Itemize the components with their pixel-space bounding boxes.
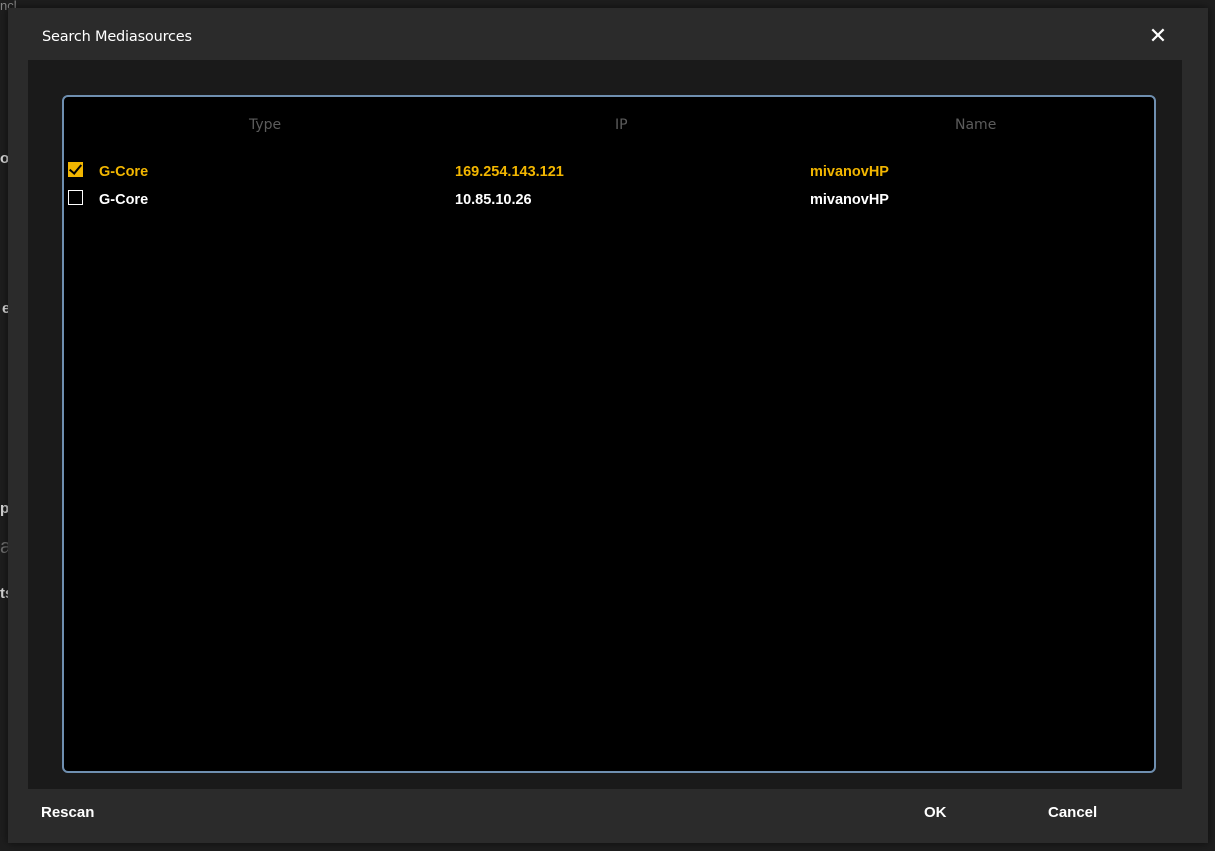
cell-ip: 169.254.143.121 xyxy=(455,164,564,180)
cell-type: G-Core xyxy=(99,164,149,180)
column-header-name[interactable]: Name xyxy=(955,117,996,133)
column-header-type[interactable]: Type xyxy=(249,117,281,133)
column-header-ip[interactable]: IP xyxy=(615,117,628,133)
row-checkbox[interactable] xyxy=(68,162,83,177)
dialog-title: Search Mediasources xyxy=(42,29,192,45)
row-checkbox[interactable] xyxy=(68,190,83,205)
ok-button[interactable]: OK xyxy=(924,804,947,821)
cell-type: G-Core xyxy=(99,192,149,208)
content-panel: Type IP Name G-Core 169.254.143.121 miva… xyxy=(28,60,1182,789)
cell-ip: 10.85.10.26 xyxy=(455,192,532,208)
cell-name: mivanovHP xyxy=(810,164,889,180)
search-mediasources-dialog: Search Mediasources ✕ Type IP Name G-Cor… xyxy=(8,8,1208,843)
table-row[interactable]: G-Core 169.254.143.121 mivanovHP xyxy=(64,161,1154,183)
mediasource-list: Type IP Name G-Core 169.254.143.121 miva… xyxy=(62,95,1156,773)
table-row[interactable]: G-Core 10.85.10.26 mivanovHP xyxy=(64,189,1154,211)
close-button[interactable]: ✕ xyxy=(1144,22,1172,50)
cancel-button[interactable]: Cancel xyxy=(1048,804,1097,821)
rescan-button[interactable]: Rescan xyxy=(41,804,94,821)
close-icon: ✕ xyxy=(1148,23,1168,48)
cell-name: mivanovHP xyxy=(810,192,889,208)
